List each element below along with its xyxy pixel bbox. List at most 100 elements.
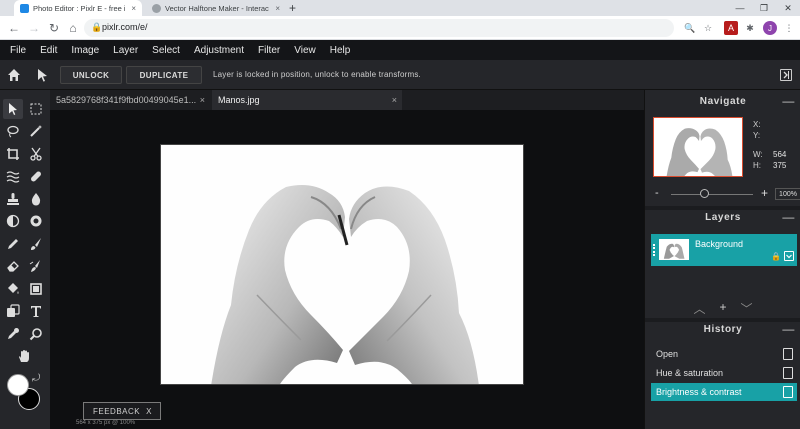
menu-select[interactable]: Select: [152, 45, 180, 56]
menu-layer[interactable]: Layer: [113, 45, 138, 56]
lasso-icon[interactable]: [3, 121, 23, 141]
height-value: 375: [773, 161, 787, 170]
zoom-out-button[interactable]: -: [655, 187, 659, 199]
forward-icon[interactable]: →: [26, 20, 42, 36]
image-size-status: 564 x 375 px @ 100%: [76, 420, 136, 426]
browser-tab-halftone[interactable]: Vector Halftone Maker - Interact ×: [146, 0, 286, 16]
menu-view[interactable]: View: [294, 45, 316, 56]
heart-hands-photo: [161, 145, 523, 384]
minimize-window-icon[interactable]: —: [728, 0, 752, 16]
history-item-hue-saturation[interactable]: Hue & saturation: [651, 364, 797, 382]
width-label: W:: [753, 150, 763, 159]
dodge-icon[interactable]: [3, 211, 23, 231]
home-icon[interactable]: ⌂: [65, 20, 81, 36]
layer-actions: ︿ + ﹀: [645, 300, 800, 316]
toolbar-hint: Layer is locked in position, unlock to e…: [213, 70, 421, 79]
home-icon[interactable]: [6, 67, 22, 83]
close-icon[interactable]: ×: [392, 95, 397, 105]
swap-colors-icon[interactable]: ⤾: [32, 373, 40, 384]
avatar[interactable]: J: [763, 21, 777, 35]
document-tab-manos[interactable]: Manos.jpg ×: [212, 90, 402, 110]
close-feedback-icon[interactable]: X: [146, 407, 152, 416]
pdf-extension-icon[interactable]: A: [724, 21, 738, 35]
browser-menu-icon[interactable]: ⋮: [782, 21, 796, 35]
menu-adjustment[interactable]: Adjustment: [194, 45, 244, 56]
zoom-slider-handle[interactable]: [700, 189, 710, 198]
app-menu-bar: File Edit Image Layer Select Adjustment …: [0, 40, 800, 60]
browser-tab-title: Photo Editor : Pixlr E - free imag: [33, 3, 125, 13]
menu-file[interactable]: File: [10, 45, 26, 56]
lock-icon[interactable]: 🔒: [771, 252, 781, 261]
new-tab-button[interactable]: +: [289, 1, 296, 15]
move-layer-up-icon[interactable]: ︿: [693, 300, 705, 316]
history-item-open[interactable]: Open: [651, 345, 797, 363]
feedback-button[interactable]: FEEDBACK X: [83, 402, 161, 420]
eraser-icon[interactable]: [3, 256, 23, 276]
fill-icon[interactable]: [3, 279, 23, 299]
maximize-window-icon[interactable]: ❐: [752, 0, 776, 16]
url-text: pixlr.com/e/: [102, 22, 148, 32]
crop-icon[interactable]: [3, 144, 23, 164]
sponge-icon[interactable]: [26, 211, 46, 231]
close-icon[interactable]: ×: [200, 95, 205, 105]
arrange-tool-icon[interactable]: [34, 67, 50, 83]
liquify-icon[interactable]: [3, 166, 23, 186]
reload-icon[interactable]: ↻: [46, 20, 62, 36]
canvas-area[interactable]: [50, 110, 644, 420]
foreground-color-swatch[interactable]: [7, 374, 29, 396]
extensions-puzzle-icon[interactable]: ✱: [743, 21, 757, 35]
menu-help[interactable]: Help: [330, 45, 351, 56]
clone-icon[interactable]: [3, 301, 23, 321]
menu-filter[interactable]: Filter: [258, 45, 280, 56]
pencil-icon[interactable]: [3, 234, 23, 254]
lock-icon: 🔒: [91, 22, 103, 32]
back-icon[interactable]: ←: [6, 20, 22, 36]
zoom-in-button[interactable]: +: [761, 186, 768, 200]
drag-handle-icon[interactable]: [653, 244, 655, 256]
search-icon[interactable]: 🔍: [683, 21, 697, 35]
layers-header: Layers —: [645, 207, 800, 227]
layer-visibility-icon[interactable]: [784, 251, 794, 261]
minimize-layers-icon[interactable]: —: [782, 210, 795, 224]
history-item-label: Hue & saturation: [656, 368, 724, 378]
bookmark-star-icon[interactable]: ☆: [701, 21, 715, 35]
brush-icon[interactable]: [26, 234, 46, 254]
image-canvas[interactable]: [160, 144, 524, 385]
zoom-slider[interactable]: [671, 194, 753, 195]
heal-icon[interactable]: [26, 166, 46, 186]
close-window-icon[interactable]: ✕: [776, 0, 800, 16]
zoom-icon[interactable]: [26, 324, 46, 344]
shape-icon[interactable]: [26, 279, 46, 299]
url-field[interactable]: 🔒 pixlr.com/e/: [84, 19, 674, 37]
document-tab-title: 5a5829768f341f9fbd00499045e1...: [56, 95, 197, 105]
minimize-history-icon[interactable]: —: [782, 322, 795, 336]
stamp-icon[interactable]: [3, 189, 23, 209]
browser-tab-pixlr[interactable]: Photo Editor : Pixlr E - free imag ×: [14, 0, 142, 16]
tool-options-bar: UNLOCK DUPLICATE Layer is locked in posi…: [0, 60, 800, 90]
panel-toggle-icon[interactable]: [780, 69, 792, 81]
minimize-navigate-icon[interactable]: —: [782, 94, 795, 108]
eyedropper-icon[interactable]: [3, 324, 23, 344]
close-icon[interactable]: ×: [269, 4, 280, 13]
marquee-icon[interactable]: [26, 99, 46, 119]
duplicate-button[interactable]: DUPLICATE: [126, 66, 202, 84]
navigator-thumbnail[interactable]: [653, 117, 743, 177]
arrange-icon[interactable]: [3, 99, 23, 119]
smudge-icon[interactable]: [26, 256, 46, 276]
magic-wand-icon[interactable]: [26, 121, 46, 141]
menu-image[interactable]: Image: [71, 45, 99, 56]
move-layer-down-icon[interactable]: ﹀: [741, 300, 753, 316]
add-layer-icon[interactable]: +: [719, 300, 726, 316]
history-item-brightness-contrast[interactable]: Brightness & contrast: [651, 383, 797, 401]
cut-icon[interactable]: [26, 144, 46, 164]
zoom-value[interactable]: 100%: [775, 188, 800, 200]
layer-item-background[interactable]: Background 🔒: [651, 234, 797, 266]
unlock-button[interactable]: UNLOCK: [60, 66, 122, 84]
document-tab-1[interactable]: 5a5829768f341f9fbd00499045e1... ×: [50, 90, 210, 110]
menu-edit[interactable]: Edit: [40, 45, 57, 56]
hand-icon[interactable]: [14, 346, 34, 366]
width-value: 564: [773, 150, 787, 159]
close-icon[interactable]: ×: [125, 4, 136, 13]
text-icon[interactable]: [26, 301, 46, 321]
drop-icon[interactable]: [26, 189, 46, 209]
